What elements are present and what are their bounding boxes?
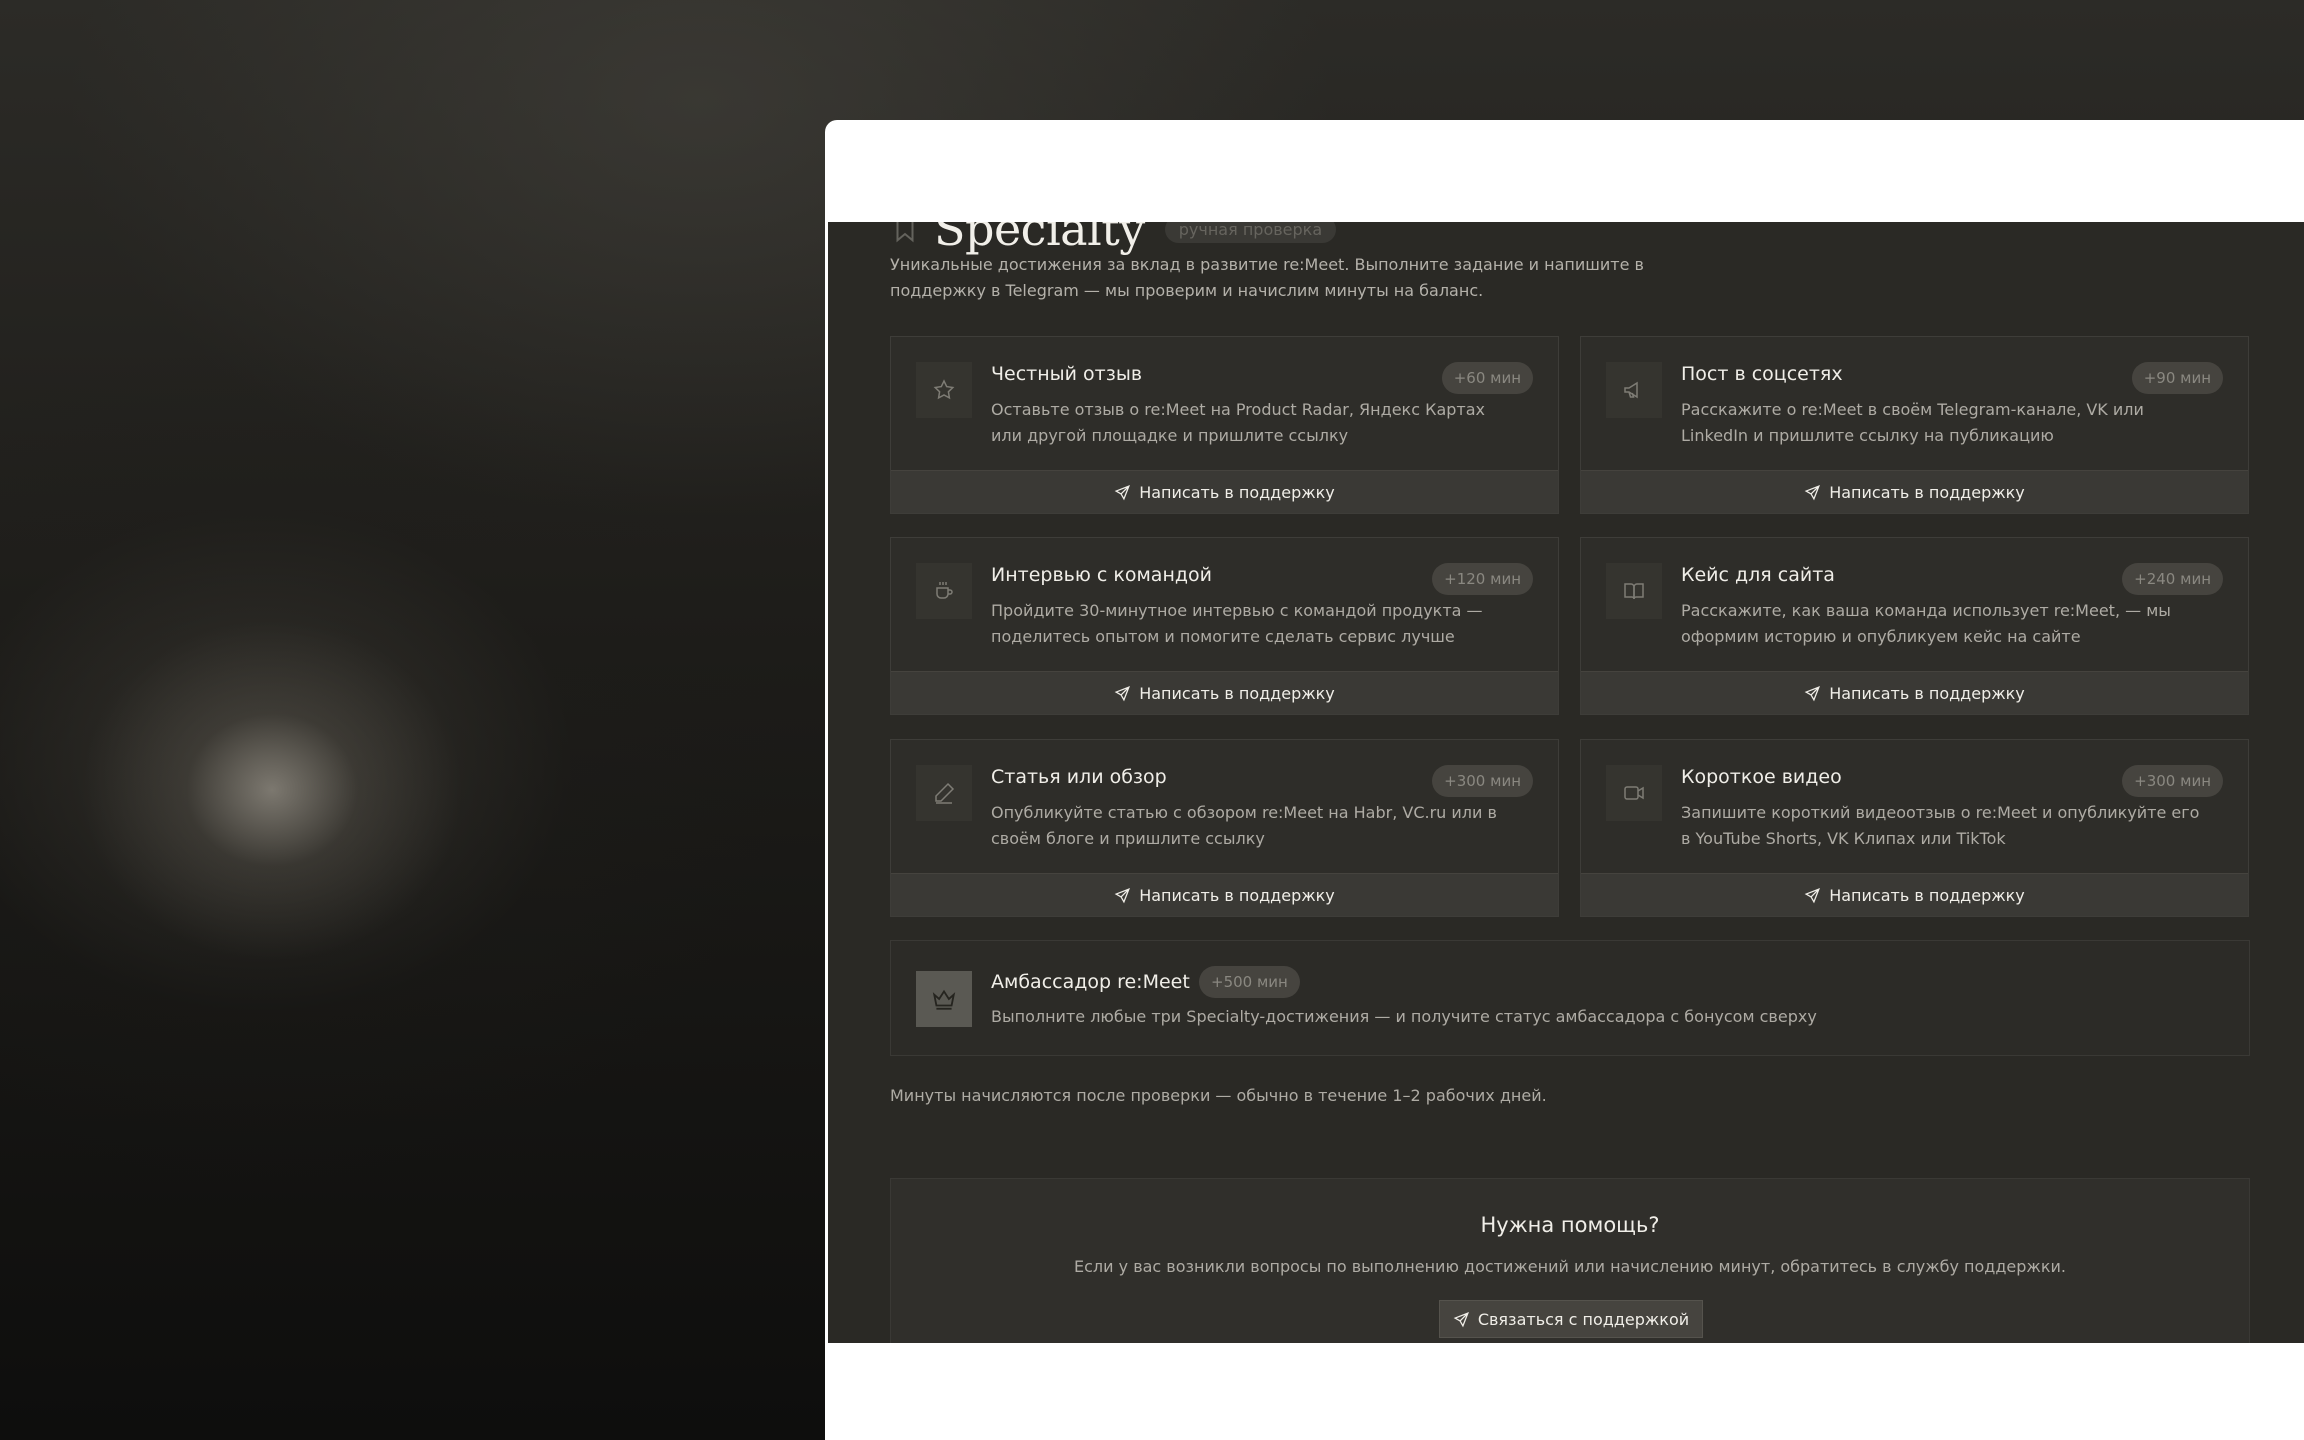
section-intro: Уникальные достижения за вклад в развити… bbox=[890, 255, 1644, 300]
reward-badge: +300 мин bbox=[2122, 765, 2223, 797]
button-label: Написать в поддержку bbox=[1829, 482, 2025, 502]
reward-badge: +120 мин bbox=[1432, 563, 1533, 595]
send-icon bbox=[1804, 887, 1821, 903]
specialty-panel: Specialty ручная проверка Уникальные дос… bbox=[828, 222, 2304, 1440]
send-icon bbox=[1453, 1311, 1469, 1327]
write-support-button[interactable]: Написать в поддержку bbox=[891, 873, 1558, 916]
achievement-card-interview: Интервью с командой +120 мин Пройдите 30… bbox=[890, 537, 1559, 715]
card-content: Короткое видео +300 мин Запишите коротки… bbox=[1581, 740, 2248, 875]
reward-badge: +240 мин bbox=[2122, 563, 2223, 595]
window-footer-area bbox=[825, 1343, 2304, 1440]
send-icon bbox=[1804, 685, 1821, 701]
card-content: Пост в соцсетях +90 мин Расскажите о re:… bbox=[1581, 337, 2248, 472]
card-description: Запишите короткий видеоотзыв о re:Meet и… bbox=[1681, 803, 2200, 848]
card-description: Опубликуйте статью с обзором re:Meet на … bbox=[991, 803, 1497, 848]
write-support-button[interactable]: Написать в поддержку bbox=[1581, 873, 2248, 916]
button-label: Написать в поддержку bbox=[1139, 482, 1335, 502]
bookmark-icon bbox=[896, 222, 914, 243]
write-support-button[interactable]: Написать в поддержку bbox=[891, 470, 1558, 513]
help-description: Если у вас возникли вопросы по выполнени… bbox=[1074, 1257, 2066, 1276]
send-icon bbox=[1114, 484, 1131, 500]
pen-icon bbox=[916, 765, 972, 821]
button-label: Написать в поддержку bbox=[1139, 683, 1335, 703]
achievement-card-article: Статья или обзор +300 мин Опубликуйте ст… bbox=[890, 739, 1559, 917]
card-title: Честный отзыв bbox=[991, 363, 1143, 385]
achievement-card-social-post: Пост в соцсетях +90 мин Расскажите о re:… bbox=[1580, 336, 2249, 514]
card-title: Интервью с командой bbox=[991, 564, 1212, 586]
section-title: Specialty bbox=[934, 222, 1145, 256]
card-description: Расскажите о re:Meet в своём Telegram-ка… bbox=[1681, 400, 2144, 445]
card-title: Кейс для сайта bbox=[1681, 564, 1835, 586]
button-label: Написать в поддержку bbox=[1829, 683, 2025, 703]
write-support-button[interactable]: Написать в поддержку bbox=[1581, 470, 2248, 513]
reward-badge: +90 мин bbox=[2131, 362, 2223, 394]
app-window: Specialty ручная проверка Уникальные дос… bbox=[825, 120, 2304, 1440]
send-icon bbox=[1114, 887, 1131, 903]
send-icon bbox=[1804, 484, 1821, 500]
card-description: Пройдите 30-минутное интервью с командой… bbox=[991, 601, 1483, 646]
button-label: Написать в поддержку bbox=[1829, 885, 2025, 905]
button-label: Связаться с поддержкой bbox=[1477, 1309, 1690, 1329]
contact-support-button[interactable]: Связаться с поддержкой bbox=[1439, 1300, 1703, 1338]
crediting-note: Минуты начисляются после проверки — обыч… bbox=[890, 1086, 1547, 1105]
coffee-icon bbox=[916, 563, 972, 619]
write-support-button[interactable]: Написать в поддержку bbox=[891, 671, 1558, 714]
achievement-card-case-study: Кейс для сайта +240 мин Расскажите, как … bbox=[1580, 537, 2249, 715]
star-icon bbox=[916, 362, 972, 418]
reward-badge: +300 мин bbox=[1432, 765, 1533, 797]
card-content: Интервью с командой +120 мин Пройдите 30… bbox=[891, 538, 1558, 673]
card-description: Расскажите, как ваша команда использует … bbox=[1681, 601, 2171, 646]
desktop-background: { "header": { "title": "Specialty", "bad… bbox=[0, 0, 2304, 1440]
book-icon bbox=[1606, 563, 1662, 619]
section-header: Specialty ручная проверка bbox=[890, 222, 1337, 256]
specialty-content: Specialty ручная проверка Уникальные дос… bbox=[828, 222, 2304, 1440]
ambassador-title: Амбассадор re:Meet bbox=[991, 971, 1190, 993]
card-content: Честный отзыв +60 мин Оставьте отзыв о r… bbox=[891, 337, 1558, 472]
video-icon bbox=[1606, 765, 1662, 821]
achievement-card-review: Честный отзыв +60 мин Оставьте отзыв о r… bbox=[890, 336, 1559, 514]
crown-icon bbox=[916, 971, 972, 1027]
achievement-card-video: Короткое видео +300 мин Запишите коротки… bbox=[1580, 739, 2249, 917]
card-content: Кейс для сайта +240 мин Расскажите, как … bbox=[1581, 538, 2248, 673]
ambassador-card: Амбассадор re:Meet +500 мин Выполните лю… bbox=[890, 940, 2250, 1056]
card-title: Пост в соцсетях bbox=[1681, 363, 1843, 385]
write-support-button[interactable]: Написать в поддержку bbox=[1581, 671, 2248, 714]
card-title: Короткое видео bbox=[1681, 766, 1842, 788]
button-label: Написать в поддержку bbox=[1139, 885, 1335, 905]
card-title: Статья или обзор bbox=[991, 766, 1167, 788]
manual-review-badge: ручная проверка bbox=[1164, 222, 1337, 243]
megaphone-icon bbox=[1606, 362, 1662, 418]
reward-badge: +500 мин bbox=[1199, 966, 1300, 998]
ambassador-description: Выполните любые три Specialty-достижения… bbox=[991, 1007, 1817, 1026]
send-icon bbox=[1114, 685, 1131, 701]
card-description: Оставьте отзыв о re:Meet на Product Rada… bbox=[991, 400, 1485, 445]
reward-badge: +60 мин bbox=[1441, 362, 1533, 394]
card-content: Статья или обзор +300 мин Опубликуйте ст… bbox=[891, 740, 1558, 875]
help-title: Нужна помощь? bbox=[1480, 1213, 1660, 1237]
